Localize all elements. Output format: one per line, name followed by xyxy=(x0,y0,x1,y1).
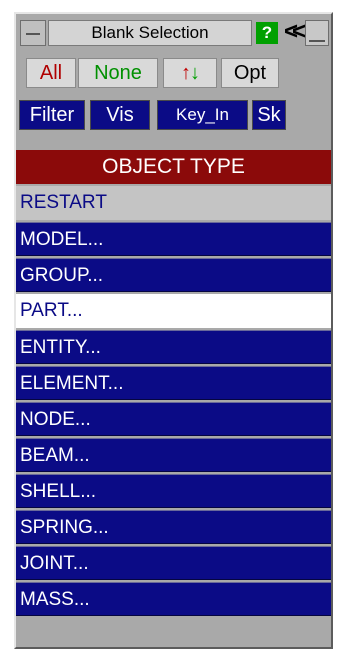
list-item-element[interactable]: ELEMENT... xyxy=(16,366,331,400)
back-button[interactable]: << xyxy=(281,20,306,46)
list-item-spring[interactable]: SPRING... xyxy=(16,510,331,544)
object-type-header: OBJECT TYPE xyxy=(16,150,331,184)
list-item-part[interactable]: PART... xyxy=(16,294,331,328)
list-item-mass[interactable]: MASS... xyxy=(16,582,331,616)
key-in-button[interactable]: Key_In xyxy=(157,100,248,130)
opt-button[interactable]: Opt xyxy=(221,58,279,88)
blank-selection-panel: Blank Selection ? << All None ↑↓ Opt Fil… xyxy=(14,12,333,649)
sketch-button[interactable]: Sk xyxy=(252,100,286,130)
list-item-model[interactable]: MODEL... xyxy=(16,222,331,256)
list-item-beam[interactable]: BEAM... xyxy=(16,438,331,472)
sort-order-button[interactable]: ↑↓ xyxy=(163,58,217,88)
list-item-shell[interactable]: SHELL... xyxy=(16,474,331,508)
collapse-button[interactable] xyxy=(20,20,46,46)
list-item-node[interactable]: NODE... xyxy=(16,402,331,436)
help-button[interactable]: ? xyxy=(256,22,278,44)
title-bar: Blank Selection ? << xyxy=(20,20,329,48)
list-item-joint[interactable]: JOINT... xyxy=(16,546,331,580)
all-button[interactable]: All xyxy=(26,58,76,88)
none-button[interactable]: None xyxy=(78,58,158,88)
vis-button[interactable]: Vis xyxy=(90,100,150,130)
panel-title: Blank Selection xyxy=(48,20,252,46)
minimize-button[interactable] xyxy=(305,20,329,46)
sort-up-icon: ↑ xyxy=(181,62,191,84)
filter-button[interactable]: Filter xyxy=(19,100,85,130)
list-item-group[interactable]: GROUP... xyxy=(16,258,331,292)
list-item-entity[interactable]: ENTITY... xyxy=(16,330,331,364)
sort-down-icon: ↓ xyxy=(190,62,200,84)
list-item-restart[interactable]: RESTART xyxy=(16,186,331,220)
